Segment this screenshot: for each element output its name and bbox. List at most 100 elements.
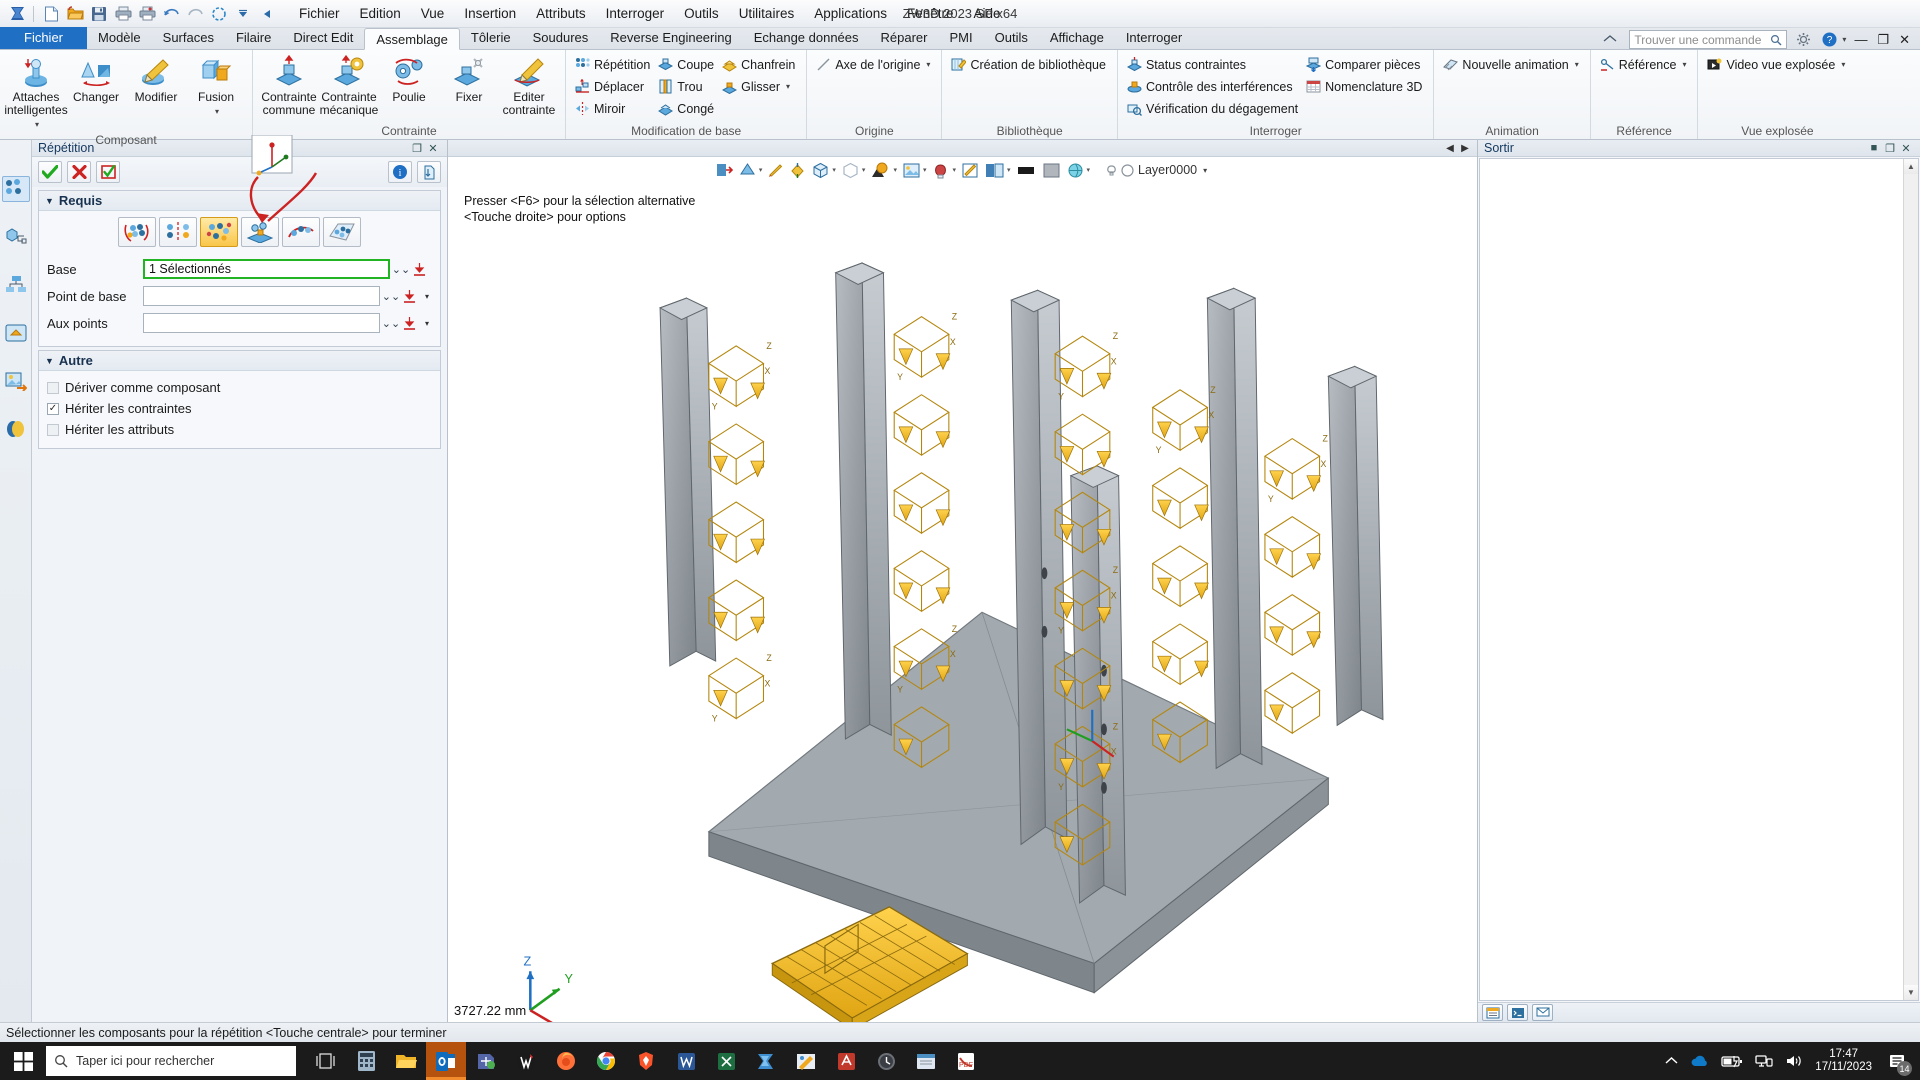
menu-item-edition[interactable]: Edition (350, 3, 411, 24)
message-icon[interactable] (1532, 1004, 1553, 1021)
explorer2-icon[interactable] (906, 1042, 946, 1080)
pattern-type-face[interactable] (323, 217, 361, 247)
sketch-icon[interactable] (960, 159, 981, 181)
refresh-icon[interactable] (207, 3, 231, 25)
background-icon[interactable]: ▾ (901, 159, 929, 181)
transparent-icon[interactable]: ▾ (840, 159, 868, 181)
ribbon-button-status-contraintes[interactable]: Status contraintes (1124, 54, 1303, 75)
home-icon[interactable] (1597, 34, 1623, 45)
teamviewer-icon[interactable] (466, 1042, 506, 1080)
pdf-icon[interactable]: PDF (946, 1042, 986, 1080)
calculator-icon[interactable] (346, 1042, 386, 1080)
scroll-down-arrow-icon[interactable]: ▼ (1904, 985, 1918, 1000)
strip-part-tree-icon[interactable] (2, 224, 30, 250)
print-icon[interactable] (111, 3, 135, 25)
menu-item-utilitaires[interactable]: Utilitaires (729, 3, 805, 24)
ribbon-button-changer[interactable]: Changer (66, 53, 126, 106)
pattern-type-circular[interactable] (159, 217, 197, 247)
base-pick-icon[interactable] (412, 262, 432, 277)
strip-shape-manager-icon[interactable] (2, 320, 30, 346)
firefox-icon[interactable] (546, 1042, 586, 1080)
base-expand-chevron-icon[interactable]: ⌄⌄ (390, 263, 412, 276)
ribbon-button-contrainte-mecanique[interactable]: Contrainte mécanique (319, 53, 379, 119)
terminal-icon[interactable] (1507, 1004, 1528, 1021)
ribbon-button-reference[interactable]: Référence ▾ (1597, 54, 1692, 75)
restore-button[interactable]: ❐ (1877, 32, 1889, 48)
word-icon[interactable] (666, 1042, 706, 1080)
panel-close-button[interactable]: ✕ (425, 142, 441, 155)
gear-icon[interactable] (1793, 32, 1814, 47)
ribbon-button-attaches-intelligentes[interactable]: Attaches intelligentes ▾ (4, 53, 68, 133)
tab-direct-edit[interactable]: Direct Edit (282, 27, 364, 49)
base-input[interactable]: 1 Sélectionnés (143, 259, 390, 279)
ribbon-button-nouvelle-animation[interactable]: Nouvelle animation ▾ (1440, 54, 1583, 75)
ok-check-button[interactable] (38, 161, 62, 183)
ribbon-button-repetition[interactable]: Répétition (572, 54, 655, 75)
menu-item-interroger[interactable]: Interroger (596, 3, 675, 24)
chevron-up-icon[interactable] (1665, 1056, 1678, 1066)
checkbox-heriter-les-contraintes[interactable]: ✓ (47, 402, 59, 415)
menu-item-insertion[interactable]: Insertion (454, 3, 526, 24)
point-de-base-pick-icon[interactable] (402, 289, 422, 304)
checkbox-row-heriter-les-contraintes[interactable]: ✓ Hériter les contraintes (47, 398, 432, 419)
notification-center-icon[interactable]: 14 (1884, 1048, 1912, 1076)
panel-options-button[interactable] (417, 161, 441, 183)
file-explorer-icon[interactable] (386, 1042, 426, 1080)
output-stop-button[interactable]: ■ (1866, 142, 1882, 154)
output-scrollbar[interactable]: ▲ ▼ (1903, 159, 1918, 1000)
print-preview-icon[interactable] (135, 3, 159, 25)
color-swatch-icon[interactable] (1015, 159, 1038, 181)
ribbon-button-comparer-pieces[interactable]: Comparer pièces (1303, 54, 1427, 75)
command-search-input[interactable]: Trouver une commande (1629, 30, 1788, 49)
sketch-app-icon[interactable] (786, 1042, 826, 1080)
dropdown-icon[interactable] (231, 3, 255, 25)
display-mode-icon[interactable]: ▾ (983, 159, 1013, 181)
shade-mode-icon[interactable]: ▾ (737, 159, 765, 181)
chevron-down-icon[interactable]: ▾ (926, 60, 930, 69)
light-icon[interactable]: ▾ (930, 159, 958, 181)
taskbar-clock[interactable]: 17:47 17/11/2023 (1815, 1048, 1872, 1074)
point-de-base-dropdown-caret[interactable]: ▾ (422, 292, 432, 301)
strip-assembly-pattern-icon[interactable] (1, 176, 30, 202)
viewport-prev-button[interactable]: ◀ (1444, 143, 1456, 154)
pattern-type-at-points[interactable] (241, 217, 279, 247)
windows-start-icon[interactable] (0, 1042, 46, 1080)
chrome-icon[interactable] (586, 1042, 626, 1080)
viewport-next-button[interactable]: ▶ (1459, 143, 1471, 154)
new-file-icon[interactable] (39, 3, 63, 25)
menu-item-attributs[interactable]: Attributs (526, 3, 596, 24)
pattern-type-linear[interactable] (118, 217, 156, 247)
tab-fichier[interactable]: Fichier (0, 27, 88, 49)
menu-item-fichier[interactable]: Fichier (289, 3, 350, 24)
line-style-icon[interactable] (766, 159, 785, 181)
save-icon[interactable] (87, 3, 111, 25)
pattern-type-curve[interactable] (282, 217, 320, 247)
ribbon-button-axe-de-lorigine[interactable]: Axe de l'origine ▾ (813, 54, 935, 75)
ribbon-button-nomenclature-3d[interactable]: Nomenclature 3D (1303, 76, 1427, 97)
tab-affichage[interactable]: Affichage (1039, 27, 1115, 49)
tab-modele[interactable]: Modèle (87, 27, 152, 49)
aux-points-input[interactable] (143, 313, 380, 333)
menu-item-vue[interactable]: Vue (411, 3, 455, 24)
strip-hierarchy-icon[interactable] (2, 272, 30, 298)
ribbon-button-video-vue-explosee[interactable]: Video vue explosée ▾ (1704, 54, 1850, 75)
menu-item-fenetre[interactable]: Fenêtre (897, 3, 964, 24)
point-de-base-input[interactable] (143, 286, 380, 306)
battery-icon[interactable] (1721, 1055, 1743, 1068)
ribbon-button-creation-de-bibliotheque[interactable]: Création de bibliothèque (948, 54, 1111, 75)
3d-canvas[interactable]: Presser <F6> pour la sélection alternati… (448, 183, 1477, 1022)
aux-points-pick-icon[interactable] (402, 316, 422, 331)
help-dropdown-caret[interactable]: ▾ (1842, 35, 1846, 44)
taskbar-search-input[interactable]: Taper ici pour rechercher (46, 1046, 296, 1076)
help-icon[interactable]: ? ▾ (1820, 32, 1848, 47)
outlook-icon[interactable] (426, 1042, 466, 1080)
ribbon-button-coupe[interactable]: Coupe (655, 54, 719, 75)
volume-icon[interactable] (1785, 1054, 1803, 1068)
ribbon-button-fusion[interactable]: Fusion ▾ (186, 53, 246, 120)
output-log-area[interactable]: ▲ ▼ (1479, 158, 1919, 1001)
checkbox-row-deriver-comme-composant[interactable]: Dériver comme composant (47, 377, 432, 398)
point-de-base-expand-chevron-icon[interactable]: ⌄⌄ (380, 290, 402, 303)
section-header-requis[interactable]: ▼ Requis (39, 191, 440, 211)
render-mode-icon[interactable]: ▾ (810, 159, 838, 181)
chevron-down-icon[interactable]: ▾ (1575, 60, 1579, 69)
